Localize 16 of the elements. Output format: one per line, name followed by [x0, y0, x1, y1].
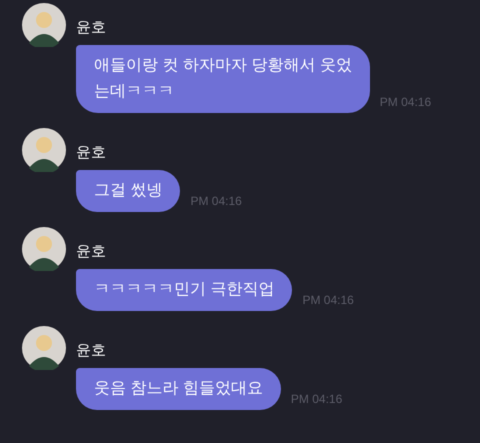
avatar-icon: [22, 128, 66, 172]
message-time: PM 04:16: [380, 94, 432, 111]
sender-name: 윤호: [76, 242, 106, 262]
sender-name: 윤호: [76, 142, 106, 163]
sender-name: 윤호: [76, 340, 106, 361]
avatar-icon: [22, 326, 66, 370]
avatar-icon: [22, 227, 66, 271]
message-bubble: ㅋㅋㅋㅋㅋ민기 극한직업: [76, 269, 292, 311]
message-time: PM 04:16: [190, 193, 242, 210]
avatar-icon: [22, 3, 66, 47]
message-bubble: 웃음 참느라 힘들었대요: [76, 368, 281, 410]
message-time: PM 04:16: [290, 391, 342, 408]
message-time: PM 04:16: [302, 292, 354, 309]
message-bubble: 애들이랑 컷 하자마자 당황해서 웃었 는데ㅋㅋㅋ: [76, 45, 370, 113]
sender-name: 윤호: [76, 18, 106, 38]
message-bubble: 그걸 썼넹: [76, 170, 180, 212]
